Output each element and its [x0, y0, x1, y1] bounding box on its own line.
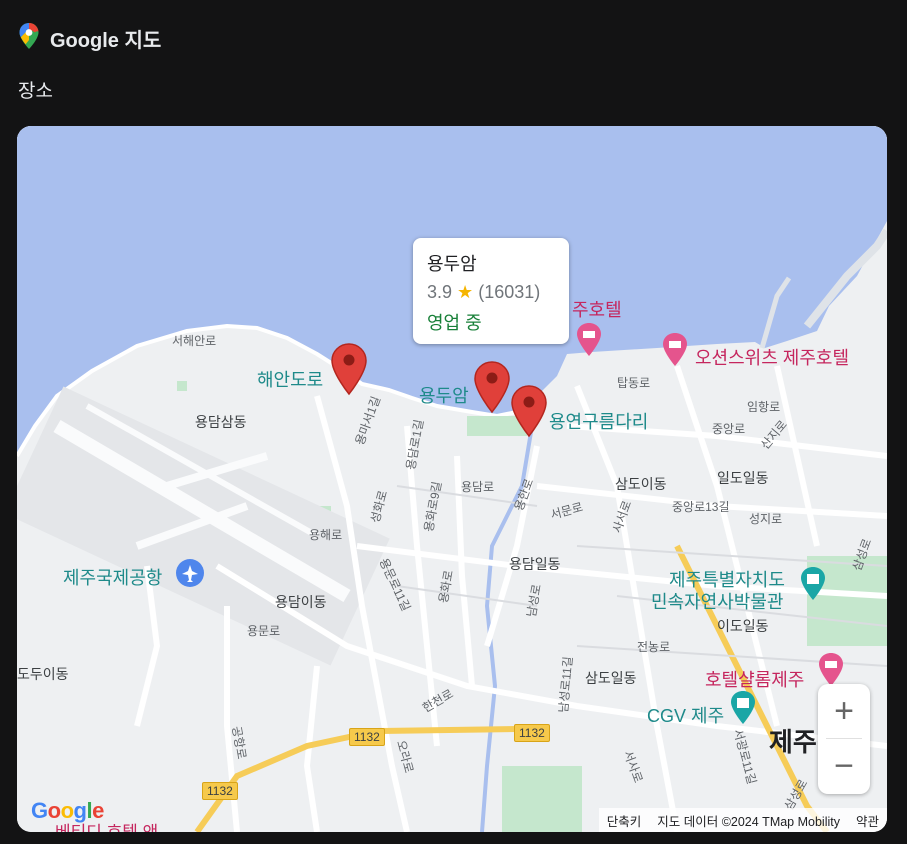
cinema-icon[interactable] [729, 690, 757, 731]
poi-label-airport[interactable]: 제주국제공항 [63, 564, 162, 590]
poi-label-yongduam[interactable]: 용두암 [419, 382, 469, 408]
zoom-controls: + − [818, 684, 870, 794]
district-label: 삼도일동 [585, 670, 637, 686]
section-label: 장소 [18, 81, 53, 102]
street-label: 용담로 [461, 480, 495, 494]
route-badge: 1132 [349, 728, 385, 746]
rating-value: 3.9 [427, 282, 453, 302]
district-label: 용담일동 [509, 556, 561, 572]
district-label: 일도일동 [717, 470, 769, 486]
zoom-in-button[interactable]: + [818, 684, 870, 738]
poi-label-haean-road[interactable]: 해안도로 [257, 366, 323, 392]
place-name: 용두암 [427, 254, 477, 274]
poi-label-ju-hotel[interactable]: 주호텔 [572, 296, 622, 322]
street-label: 용해로 [309, 528, 343, 542]
museum-icon[interactable] [799, 566, 827, 607]
poi-label-yongyeon-bridge[interactable]: 용연구름다리 [549, 408, 648, 434]
route-badge: 1132 [202, 782, 238, 800]
street-label: 탑동로 [617, 376, 651, 390]
street-label: 서해안로 [172, 334, 217, 348]
keyboard-shortcuts-link[interactable]: 단축키 [607, 811, 642, 830]
district-label: 삼도이동 [615, 476, 667, 492]
street-label: 전농로 [637, 640, 671, 654]
hotel-icon[interactable] [575, 322, 603, 363]
poi-label-hotel-shalom[interactable]: 호텔샬롬제주 [705, 666, 804, 692]
street-label: 용문로 [247, 624, 281, 638]
district-label: 용담삼동 [195, 414, 247, 430]
app-header: Google 지도 [18, 22, 161, 55]
review-count: (16031) [478, 282, 541, 302]
street-label: 성지로 [749, 512, 783, 526]
hotel-icon[interactable] [661, 332, 689, 373]
terms-link[interactable]: 약관 [856, 811, 879, 830]
street-label: 임항로 [747, 400, 781, 414]
city-label-jeju: 제주 [769, 727, 817, 757]
star-icon: ★ [457, 282, 474, 302]
map-footer: 단축키 지도 데이터 ©2024 TMap Mobility 약관 [598, 808, 887, 832]
place-rating: 3.9 ★ (16031) [427, 282, 555, 303]
poi-label-museum-line2[interactable]: 민속자연사박물관 [651, 588, 783, 614]
map-data-attribution: 지도 데이터 ©2024 TMap Mobility [657, 814, 840, 829]
district-label: 이도일동 [717, 618, 769, 634]
map-pin-haean-road[interactable] [330, 342, 368, 396]
poi-label-cgv[interactable]: CGV 제주 [647, 702, 724, 728]
street-label: 중앙로13길 [672, 500, 730, 514]
app-title: Google 지도 [50, 30, 162, 52]
map-pin-yongduam[interactable] [473, 360, 511, 414]
district-label: 도두이동 [17, 666, 69, 682]
place-info-card[interactable]: 용두암 3.9 ★ (16031) 영업 중 [413, 238, 569, 344]
district-label: 용담이동 [275, 594, 327, 610]
street-label: 중앙로 [712, 422, 746, 436]
google-logo: Google [31, 798, 104, 823]
google-maps-pin-icon [18, 22, 40, 55]
open-status: 영업 중 [427, 313, 482, 333]
route-badge: 1132 [514, 724, 550, 742]
map-pin-yongyeon[interactable] [510, 384, 548, 438]
airport-icon[interactable] [175, 558, 205, 593]
poi-label-ocean-suites[interactable]: 오션스위츠 제주호텔 [695, 344, 849, 370]
zoom-out-button[interactable]: − [818, 739, 870, 793]
map-view[interactable]: 서해안로 용마서1길 용담로1길 용담로 성화로 용화로9길 용해로 용문로11… [17, 126, 887, 832]
